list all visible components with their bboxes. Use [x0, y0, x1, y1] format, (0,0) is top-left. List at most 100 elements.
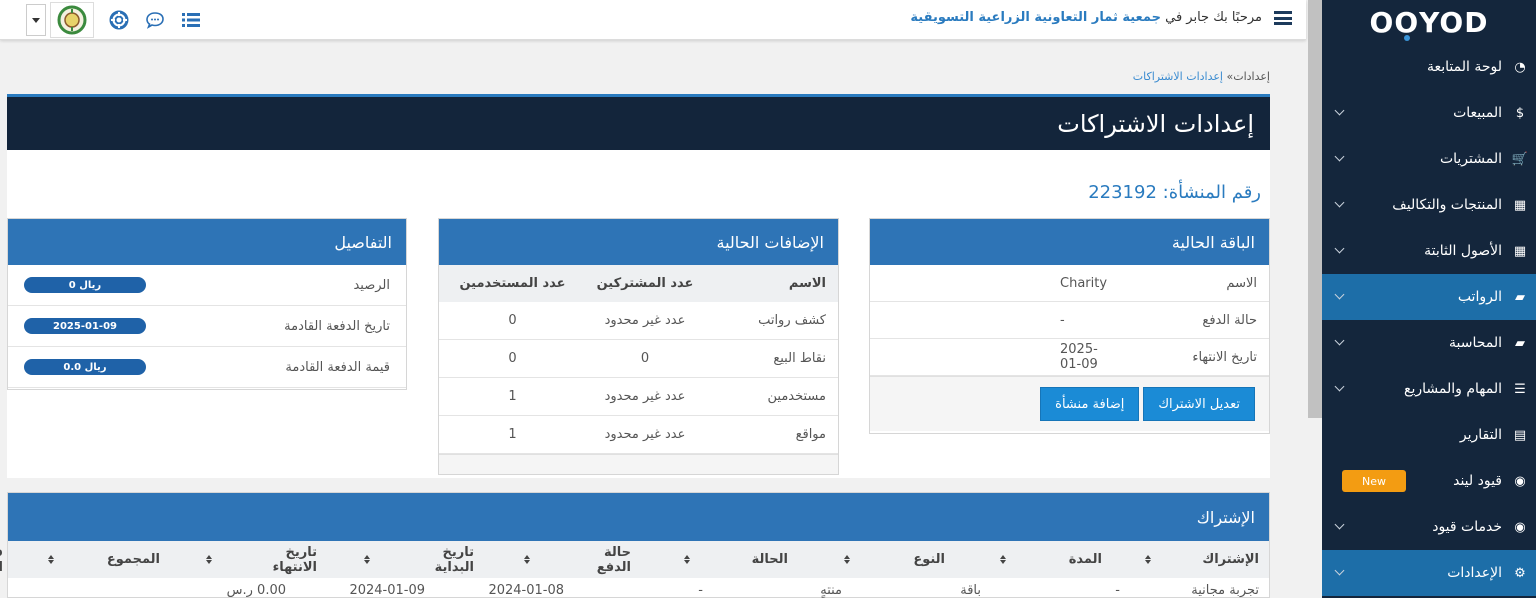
chevron-down-icon [1334, 565, 1345, 576]
table-row[interactable]: تجربة مجانية - باقة منتهٍ - 2024-01-08 2024-01… [8, 578, 1269, 598]
logo-letter-2: O [1394, 5, 1420, 41]
organization-name[interactable]: جمعية ثمار التعاونية الزراعية التسويقية [910, 10, 1161, 25]
subscription-header-label: المجموع [106, 552, 160, 567]
user-dropdown-caret[interactable] [26, 4, 46, 36]
addons-header-users: عدد المستخدمين [459, 276, 566, 291]
subscription-cell: باقة [960, 583, 981, 598]
sidebar-item-label: المهام والمشاريع [1404, 381, 1502, 397]
menu-toggle-icon[interactable] [1274, 11, 1292, 25]
addon-subscribers: 0 [640, 351, 650, 366]
sort-icon [1102, 555, 1194, 564]
addon-subscribers: عدد غير محدود [604, 313, 686, 328]
subscription-header-label: المدة [1068, 552, 1102, 567]
folder-open-icon: ▰ [1515, 289, 1525, 305]
sidebar-item-label: المشتريات [1439, 151, 1502, 167]
scrollbar-thumb[interactable] [1308, 0, 1322, 418]
details-rows: الرصيد 0 ريال تاريخ الدفعة القادمة 2025-01-… [8, 265, 406, 388]
package-row: تاريخ الانتهاء 2025-01-09 [870, 339, 1269, 376]
detail-row-key: تاريخ الدفعة القادمة [284, 318, 390, 334]
table-row: مستخدمين عدد غير محدود 1 [439, 378, 838, 416]
sidebar-item-9[interactable]: ◉ قيود ليند New [1322, 458, 1536, 504]
subscription-header-label: تاريخ الانتهاء [272, 544, 317, 575]
org-avatar[interactable] [50, 2, 94, 38]
subscription-header-2[interactable]: النوع [788, 552, 945, 567]
folder-open-icon: ▰ [1515, 335, 1525, 351]
sidebar-item-1[interactable]: $ المبيعات [1322, 90, 1536, 136]
sidebar-item-4[interactable]: ▦ الأصول الثابتة [1322, 228, 1536, 274]
welcome-text: مرحبًا بك جابر في [1165, 10, 1262, 25]
sidebar-item-label: المحاسبة [1448, 335, 1502, 351]
breadcrumb-current[interactable]: إعدادات الاشتراكات [1133, 70, 1223, 83]
subscription-cell: منتهٍ [820, 583, 842, 598]
list-view-icon[interactable] [180, 9, 202, 31]
current-package-actions: تعديل الاشتراك إضافة منشأة [870, 376, 1269, 431]
subscription-header-8[interactable]: فاتورة الاشتراك [0, 545, 3, 575]
package-row-key: تاريخ الانتهاء [1192, 349, 1257, 365]
chevron-down-icon [1334, 243, 1345, 254]
dashboard-icon: ◔ [1514, 59, 1526, 75]
detail-value-badge: 0.0 ريال [24, 359, 146, 375]
chevron-down-icon [1334, 381, 1345, 392]
help-lifebuoy-icon[interactable] [108, 9, 130, 31]
sidebar-item-label: المبيعات [1453, 105, 1502, 121]
breadcrumb-parent[interactable]: إعدادات» [1227, 70, 1271, 83]
gear-icon: ⚙ [1514, 565, 1526, 581]
edit-subscription-button[interactable]: تعديل الاشتراك [1143, 387, 1255, 421]
addons-table-body: كشف رواتب عدد غير محدود 0 نقاط البيع 0 0 مستخد… [439, 302, 838, 454]
sidebar-item-8[interactable]: ▤ التقارير [1322, 412, 1536, 458]
app-logo[interactable]: OOYOD [1322, 0, 1536, 44]
subscription-header-0[interactable]: الإشتراك [1102, 552, 1259, 567]
sidebar-item-5[interactable]: ▰ الرواتب [1322, 274, 1536, 320]
subscription-cell: - [698, 583, 703, 598]
subscription-header-4[interactable]: حالة الدفع [474, 545, 631, 575]
subscription-cell: تجربة مجانية [1191, 583, 1259, 598]
subscription-header-1[interactable]: المدة [945, 552, 1102, 567]
new-badge: New [1342, 470, 1406, 492]
addon-name: كشف رواتب [758, 313, 826, 328]
page-scrollbar[interactable] [1306, 0, 1322, 598]
detail-value-badge: 2025-01-09 [24, 318, 146, 334]
top-icons [26, 2, 202, 38]
subscription-header-label: الإشتراك [1202, 552, 1259, 567]
sort-icon [631, 555, 744, 564]
table-row: نقاط البيع 0 0 [439, 340, 838, 378]
sort-icon [788, 555, 905, 564]
subscription-header-5[interactable]: تاريخ البداية [317, 545, 474, 575]
sidebar-item-10[interactable]: ◉ خدمات قيود [1322, 504, 1536, 550]
subscription-header-3[interactable]: الحالة [631, 552, 788, 567]
subscription-header-label: تاريخ البداية [434, 544, 474, 575]
sidebar-item-7[interactable]: ☰ المهام والمشاريع [1322, 366, 1536, 412]
sidebar-item-label: قيود ليند [1453, 473, 1502, 489]
sort-icon [160, 555, 259, 564]
subscription-header-6[interactable]: تاريخ الانتهاء [160, 545, 317, 575]
details-title: التفاصيل [8, 219, 406, 265]
sidebar-item-6[interactable]: ▰ المحاسبة [1322, 320, 1536, 366]
chat-icon[interactable] [144, 9, 166, 31]
sidebar-item-label: الإعدادات [1447, 565, 1502, 581]
addon-subscribers: عدد غير محدود [604, 427, 686, 442]
sidebar-item-2[interactable]: 🛒 المشتريات [1322, 136, 1536, 182]
dollar-icon: $ [1515, 105, 1525, 121]
qoyod-icon: ◉ [1514, 519, 1526, 535]
add-establishment-button[interactable]: إضافة منشأة [1040, 387, 1140, 421]
package-row-value: Charity [1060, 275, 1108, 291]
subscription-cell: - [1115, 583, 1120, 598]
cart-icon: 🛒 [1511, 151, 1529, 167]
table-row: كشف رواتب عدد غير محدود 0 [439, 302, 838, 340]
package-row-value: 2025-01-09 [1060, 342, 1098, 372]
list-icon: ☰ [1514, 381, 1526, 397]
package-row: الاسم Charity [870, 265, 1269, 302]
logo-letters-rest: YOD [1419, 5, 1489, 39]
sidebar-item-label: التقارير [1459, 427, 1502, 443]
detail-value-badge: 0 ريال [24, 277, 146, 293]
addons-table-header: الاسم عدد المشتركين عدد المستخدمين [439, 265, 838, 302]
breadcrumb: إعدادات» إعدادات الاشتراكات [1133, 70, 1270, 83]
current-package-box: الباقة الحالية الاسم Charity حالة الدفع - تا… [869, 218, 1270, 434]
sidebar-item-0[interactable]: ◔ لوحة المتابعة [1322, 44, 1536, 90]
grid-icon: ▦ [1513, 197, 1527, 213]
sidebar-item-3[interactable]: ▦ المنتجات والتكاليف [1322, 182, 1536, 228]
subscription-header-7[interactable]: المجموع [3, 552, 160, 567]
avatar-logo-icon [57, 5, 87, 35]
sidebar-item-11[interactable]: ⚙ الإعدادات [1322, 550, 1536, 596]
sidebar-item-label: الرواتب [1457, 289, 1502, 305]
